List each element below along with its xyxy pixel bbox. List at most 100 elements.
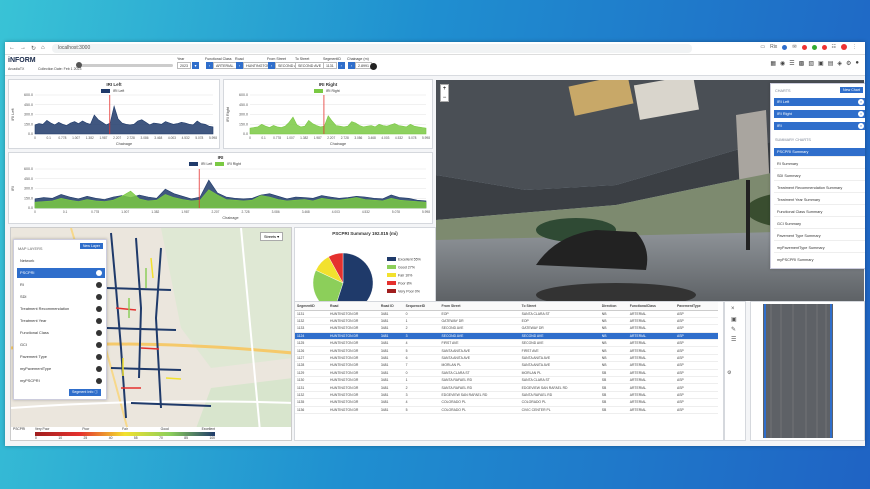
table-row[interactable]: 1131 HUNTINGTON DR 3481 0 EOP SANTA CLARA ST N… <box>295 310 718 318</box>
column-header[interactable]: SequenceID <box>403 302 440 311</box>
column-header[interactable]: PavementType <box>674 302 718 311</box>
close-icon[interactable]: × <box>731 306 735 312</box>
edit-icon[interactable]: ✎ <box>731 326 736 333</box>
table-row[interactable]: 1129 HUNTINGTON DR 3481 0 SANTA CLARA ST MORL… <box>295 369 718 378</box>
layer-sdi[interactable]: SDI <box>17 292 105 302</box>
address-bar[interactable]: localhost:3000 <box>52 44 692 53</box>
summary-item-mypavementtype[interactable]: myPavementType Summary <box>774 244 865 253</box>
extension-green-icon[interactable] <box>811 44 817 50</box>
column-header[interactable]: Road <box>328 302 379 311</box>
chainage-control[interactable]: Chainage (m) ‹ 2.8991 <box>347 57 372 69</box>
extension-red2-icon[interactable] <box>821 44 827 50</box>
table-row[interactable]: 1135 HUNTINGTON DR 3481 4 COLORADO PL COLORAD… <box>295 398 718 407</box>
segment-id-value[interactable]: 1131 <box>323 62 337 69</box>
close-icon[interactable]: × <box>858 99 864 105</box>
extension-red-icon[interactable] <box>801 44 807 50</box>
functional-class-control[interactable]: Functional Class ‹ ARTERIAL <box>205 57 237 69</box>
table-row[interactable]: 1131 HUNTINGTON DR 3481 2 SANTA RAFAEL RD EDG… <box>295 383 718 392</box>
reload-icon[interactable]: ↻ <box>31 45 36 52</box>
table-row[interactable]: 1132 HUNTINGTON DR 3481 1 GATEWAY DR EOP NB ART… <box>295 317 718 326</box>
table-row[interactable]: 1136 HUNTINGTON DR 3481 5 COLORADO PL CIVIC C… <box>295 406 718 414</box>
layer-treatment-recommendation[interactable]: Treatment Recommendation <box>17 304 105 314</box>
summary-item-pavement-type[interactable]: Pavement Type Summary <box>774 232 865 241</box>
toggle-icon[interactable] <box>96 294 102 300</box>
summary-item-treatment-year[interactable]: Treatment Year Summary <box>774 196 865 205</box>
column-header[interactable]: From Street <box>439 302 520 311</box>
table-row[interactable]: 1128 HUNTINGTON DR 3481 7 MORLAN PL SANTA ANI… <box>295 361 718 370</box>
layer-functional-class[interactable]: Functional Class <box>17 328 105 338</box>
chart-icon[interactable]: ▩ <box>799 60 805 67</box>
map-streets-toggle[interactable]: Streets ▾ <box>260 232 283 241</box>
functional-class-value[interactable]: ARTERIAL <box>213 62 237 69</box>
video-zoom[interactable]: + − <box>440 84 449 102</box>
layer-ri[interactable]: RI <box>17 280 105 290</box>
column-header[interactable]: FunctionalClass <box>627 302 675 311</box>
close-icon[interactable]: × <box>858 123 864 129</box>
toggle-icon[interactable] <box>96 270 102 276</box>
expand-icon[interactable]: ▣ <box>731 316 737 323</box>
home-icon[interactable]: ⌂ <box>41 45 45 52</box>
forward-icon[interactable]: → <box>20 45 26 52</box>
table-row[interactable]: 1133 HUNTINGTON DR 3481 2 SECOND AVE GATEWAY … <box>295 324 718 333</box>
slider-knob[interactable] <box>76 62 82 68</box>
column-header[interactable]: SegmentID <box>295 302 328 311</box>
toggle-icon[interactable] <box>96 282 102 288</box>
chevron-left-icon[interactable]: ‹ <box>348 62 355 69</box>
column-header[interactable]: Direction <box>599 302 628 311</box>
layers-icon[interactable]: ☰ <box>789 60 794 67</box>
toggle-icon[interactable] <box>96 354 102 360</box>
cast-icon[interactable]: ▭ <box>760 44 765 50</box>
table-row[interactable]: 1132 HUNTINGTON DR 3481 3 EDGEVIEW SAN RAFAE… <box>295 391 718 400</box>
toggle-icon[interactable] <box>96 318 102 324</box>
grid-icon[interactable]: ▦ <box>770 60 776 67</box>
user-label[interactable]: Rix <box>770 44 777 50</box>
mail-icon[interactable]: ✉ <box>792 44 796 50</box>
table-row[interactable]: 1124 HUNTINGTON DR 3481 3 SECOND AVE SECOND A… <box>295 332 718 341</box>
chevron-down-icon[interactable]: ▾ <box>192 62 199 69</box>
layer-pscpri[interactable]: PSCPRI <box>17 268 105 278</box>
layer-gci[interactable]: GCI <box>17 340 105 350</box>
table-row[interactable]: 1126 HUNTINGTON DR 3481 5 SANTA ANITA AVE FIR… <box>295 346 718 355</box>
to-street-value[interactable]: SECOND AVE <box>295 62 325 69</box>
menu-icon[interactable]: ⋮ <box>852 44 857 50</box>
close-icon[interactable]: × <box>858 111 864 117</box>
toggle-icon[interactable] <box>96 330 102 336</box>
table-row[interactable]: 1125 HUNTINGTON DR 3481 4 FIRST AVE SECOND AV… <box>295 339 718 348</box>
summary-item-sdi[interactable]: SDI Summary <box>774 172 865 181</box>
summary-item-gci[interactable]: GCI Summary <box>774 220 865 229</box>
puzzle-icon[interactable]: ☷ <box>832 44 836 50</box>
chevron-left-icon[interactable]: ‹ <box>236 62 243 69</box>
toggle-icon[interactable] <box>96 378 102 384</box>
table-row[interactable]: 1130 HUNTINGTON DR 3481 1 SANTA RAFAEL RD SAN… <box>295 376 718 385</box>
segment-id-control[interactable]: SegmentID 1131 › <box>323 57 345 69</box>
chart-button-iri-left[interactable]: IRI Left × <box>774 98 865 106</box>
layer-mypavementtype[interactable]: myPavementType <box>17 364 105 374</box>
zoom-out-icon[interactable]: − <box>443 95 447 101</box>
column-header[interactable]: Road ID <box>378 302 404 311</box>
back-icon[interactable]: ← <box>9 45 15 52</box>
summary-item-functional-class[interactable]: Functional Class Summary <box>774 208 865 217</box>
layer-network[interactable]: Network <box>17 256 105 266</box>
column-header[interactable]: To Street <box>519 302 600 311</box>
layer-mypscpri[interactable]: myPSCPRI <box>17 376 105 386</box>
camera-icon[interactable]: ◉ <box>780 60 785 67</box>
table-icon[interactable]: ▧ <box>808 60 814 67</box>
chart-button-iri-right[interactable]: IRI Right × <box>774 110 865 118</box>
profile-avatar[interactable] <box>841 44 847 50</box>
user-icon[interactable]: ● <box>855 60 859 67</box>
play-icon[interactable] <box>370 63 377 70</box>
pavement-image-strip[interactable] <box>750 301 865 441</box>
chevron-right-icon[interactable]: › <box>337 62 345 69</box>
chainage-slider[interactable] <box>76 62 173 68</box>
chart-button-iri[interactable]: IRI × <box>774 122 865 130</box>
toggle-icon[interactable] <box>96 342 102 348</box>
list-icon[interactable]: ☰ <box>731 336 736 343</box>
chevron-left-icon[interactable]: ‹ <box>206 62 213 69</box>
layer-treatment-year[interactable]: Treatment Year <box>17 316 105 326</box>
layer-pavement-type[interactable]: Pavement Type <box>17 352 105 362</box>
summary-item-ri[interactable]: RI Summary <box>774 160 865 169</box>
year-value[interactable]: 2023 <box>177 62 191 69</box>
summary-item-mypscpri[interactable]: myPSCPRI Summary <box>774 256 865 265</box>
car-icon[interactable]: ▤ <box>828 60 834 67</box>
toggle-icon[interactable] <box>96 306 102 312</box>
